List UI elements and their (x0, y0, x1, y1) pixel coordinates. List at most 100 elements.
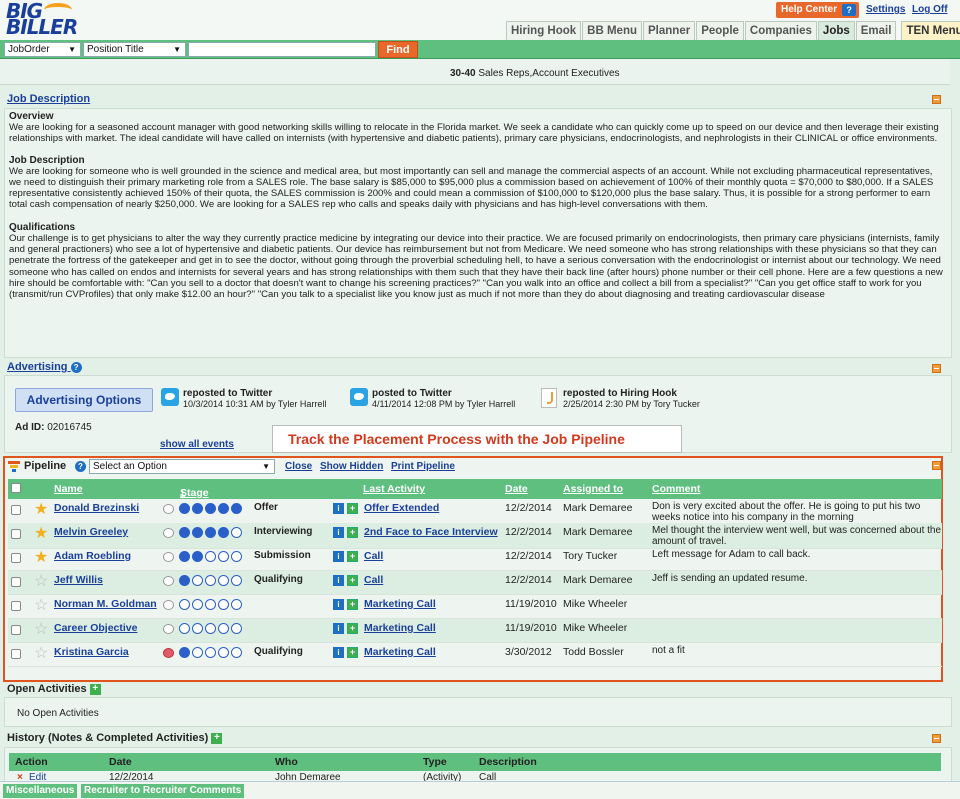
row-checkbox[interactable] (11, 625, 21, 635)
candidate-name-link[interactable]: Donald Brezinski (54, 502, 139, 514)
star-icon[interactable]: ★ (34, 549, 48, 567)
tab-email[interactable]: Email (855, 21, 897, 40)
add-icon[interactable]: + (89, 683, 101, 695)
comment-bubble-icon[interactable] (163, 528, 174, 538)
star-icon[interactable]: ☆ (34, 621, 48, 639)
info-icon[interactable]: ? (75, 461, 86, 472)
advertising-options-button[interactable]: Advertising Options (15, 388, 153, 412)
comment-bubble-icon[interactable] (163, 504, 174, 514)
comment-bubble-icon[interactable] (163, 624, 174, 634)
star-icon[interactable]: ★ (34, 501, 48, 519)
star-icon[interactable]: ☆ (34, 573, 48, 591)
pipeline-row[interactable]: ☆ Kristina Garcia Qualifying i + Marketing Ca… (8, 643, 942, 667)
row-checkbox[interactable] (11, 601, 21, 611)
col-last-activity[interactable]: Last Activity (363, 483, 425, 495)
job-description-heading[interactable]: Job Description (7, 93, 90, 105)
info-icon[interactable]: i (333, 503, 344, 514)
row-checkbox[interactable] (11, 577, 21, 587)
thumbs-down-icon[interactable] (163, 648, 174, 658)
find-button[interactable]: Find (378, 41, 418, 58)
add-activity-icon[interactable]: + (347, 527, 358, 538)
tab-recruiter-comments[interactable]: Recruiter to Recruiter Comments (81, 784, 245, 798)
pipeline-action-select[interactable]: Select an Option ▼ (89, 459, 275, 474)
tab-companies[interactable]: Companies (744, 21, 817, 40)
info-icon[interactable]: i (333, 551, 344, 562)
row-checkbox[interactable] (11, 649, 21, 659)
add-activity-icon[interactable]: + (347, 647, 358, 658)
add-activity-icon[interactable]: + (347, 503, 358, 514)
collapse-icon[interactable] (932, 734, 941, 743)
log-off-link[interactable]: Log Off (912, 4, 948, 15)
select-all-checkbox[interactable] (11, 483, 21, 493)
last-activity-link[interactable]: Call (364, 550, 383, 562)
print-pipeline-link[interactable]: Print Pipeline (391, 461, 455, 472)
info-icon[interactable]: i (333, 575, 344, 586)
pipeline-row[interactable]: ☆ Jeff Willis Qualifying i + Call 12/2/2014 Mar… (8, 571, 942, 595)
tab-jobs[interactable]: Jobs (817, 21, 855, 40)
candidate-name-link[interactable]: Norman M. Goldman (54, 598, 157, 610)
last-activity-link[interactable]: Call (364, 574, 383, 586)
info-icon[interactable]: i (333, 527, 344, 538)
last-activity-link[interactable]: Marketing Call (364, 646, 436, 658)
edit-link[interactable]: Edit (29, 772, 46, 781)
record-type-select[interactable]: JobOrder ▼ (4, 42, 81, 57)
pipeline-row[interactable]: ☆ Norman M. Goldman i + Marketing Call 11/19/… (8, 595, 942, 619)
tab-miscellaneous[interactable]: Miscellaneous (3, 784, 78, 798)
post-twitter-repost[interactable]: reposted to Twitter 10/3/2014 10:31 AM by… (161, 388, 341, 409)
pipeline-row[interactable]: ☆ Career Objective i + Marketing Call 11/19/2… (8, 619, 942, 643)
star-icon[interactable]: ☆ (34, 645, 48, 663)
tab-planner[interactable]: Planner (643, 21, 696, 40)
row-checkbox[interactable] (11, 529, 21, 539)
row-checkbox[interactable] (11, 505, 21, 515)
star-icon[interactable]: ★ (34, 525, 48, 543)
search-field-select[interactable]: Position Title ▼ (83, 42, 186, 57)
tab-hiring-hook[interactable]: Hiring Hook (506, 21, 582, 40)
info-icon[interactable]: i (333, 647, 344, 658)
tab-bb-menu[interactable]: BB Menu (582, 21, 643, 40)
add-activity-icon[interactable]: + (347, 575, 358, 586)
comment-bubble-icon[interactable] (163, 576, 174, 586)
last-activity-link[interactable]: Marketing Call (364, 622, 436, 634)
post-hiring-hook[interactable]: reposted to Hiring Hook 2/25/2014 2:30 PM… (541, 388, 721, 409)
col-comment[interactable]: Comment (652, 483, 700, 495)
star-icon[interactable]: ☆ (34, 597, 48, 615)
collapse-icon[interactable] (932, 95, 941, 104)
add-activity-icon[interactable]: + (347, 599, 358, 610)
info-icon[interactable]: ? (70, 361, 82, 373)
settings-link[interactable]: Settings (866, 4, 905, 15)
help-center-button[interactable]: Help Center ? (776, 2, 860, 18)
candidate-name-link[interactable]: Adam Roebling (54, 550, 131, 562)
collapse-icon[interactable] (932, 364, 941, 373)
col-name[interactable]: Name (54, 483, 83, 495)
search-input[interactable] (188, 42, 376, 57)
show-hidden-link[interactable]: Show Hidden (320, 461, 383, 472)
add-activity-icon[interactable]: + (347, 551, 358, 562)
candidate-name-link[interactable]: Career Objective (54, 622, 137, 634)
big-biller-logo[interactable]: BIG BILLER (6, 1, 78, 39)
show-all-events-link[interactable]: show all events (160, 439, 234, 450)
add-icon[interactable]: + (211, 732, 223, 744)
collapse-icon[interactable] (932, 461, 941, 470)
last-activity-link[interactable]: 2nd Face to Face Interview (364, 526, 498, 538)
pipeline-row[interactable]: ★ Donald Brezinski Offer i + Offer Extended 12… (8, 499, 942, 525)
comment-bubble-icon[interactable] (163, 552, 174, 562)
pipeline-row[interactable]: ★ Melvin Greeley Interviewing i +2nd Face to… (8, 523, 942, 549)
delete-x-icon[interactable]: × (17, 772, 23, 781)
last-activity-link[interactable]: Marketing Call (364, 598, 436, 610)
tab-people[interactable]: People (696, 21, 744, 40)
info-icon[interactable]: i (333, 599, 344, 610)
row-checkbox[interactable] (11, 553, 21, 563)
col-date[interactable]: Date (505, 483, 528, 495)
add-activity-icon[interactable]: + (347, 623, 358, 634)
candidate-name-link[interactable]: Melvin Greeley (54, 526, 128, 538)
pipeline-row[interactable]: ★ Adam Roebling Submission i + Call 12/2/2014 T… (8, 547, 942, 571)
info-icon[interactable]: i (333, 623, 344, 634)
post-twitter[interactable]: posted to Twitter 4/11/2014 12:08 PM by T… (350, 388, 530, 409)
col-assigned[interactable]: Assigned to (563, 483, 623, 495)
candidate-name-link[interactable]: Kristina Garcia (54, 646, 129, 658)
candidate-name-link[interactable]: Jeff Willis (54, 574, 103, 586)
advertising-heading[interactable]: Advertising ? (7, 361, 82, 373)
close-link[interactable]: Close (285, 461, 312, 472)
comment-bubble-icon[interactable] (163, 600, 174, 610)
last-activity-link[interactable]: Offer Extended (364, 502, 439, 514)
